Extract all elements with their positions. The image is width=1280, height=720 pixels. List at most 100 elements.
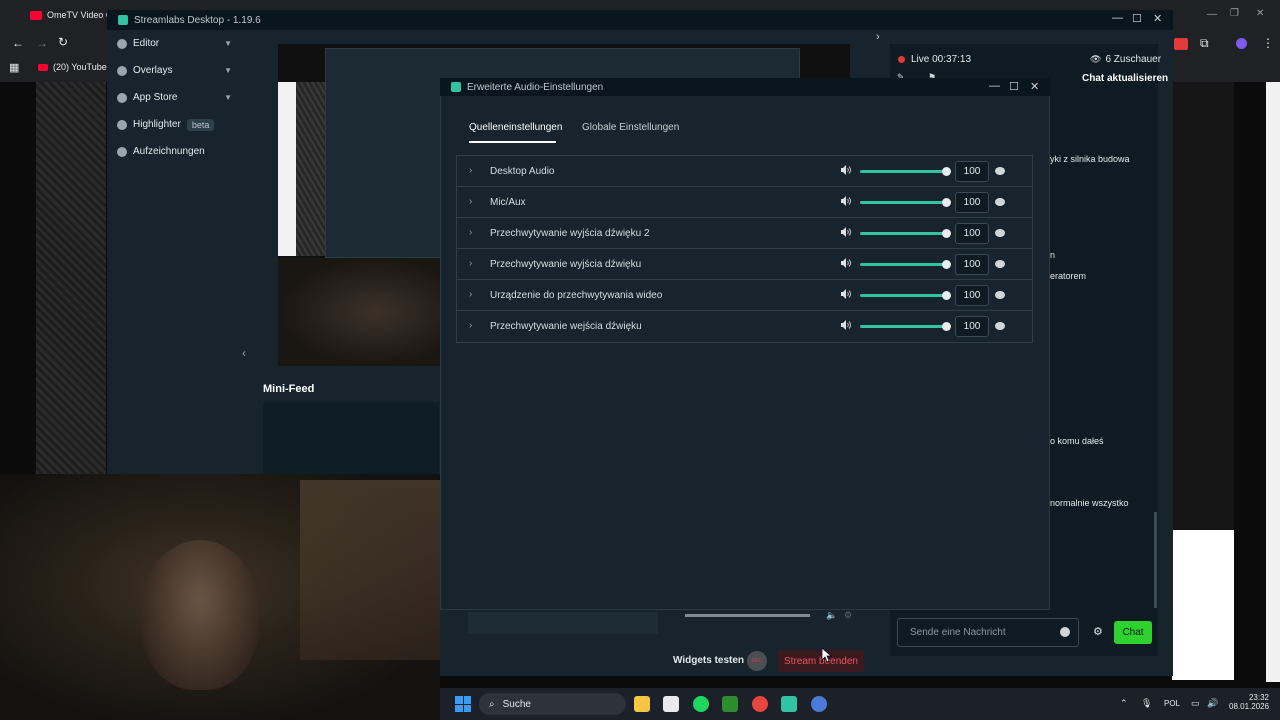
volume-slider[interactable] [860,263,948,266]
volume-slider[interactable] [860,232,948,235]
nav-overlays[interactable]: Overlays ▼ [107,57,240,84]
streamlabs-taskbar-icon[interactable] [781,696,797,712]
stream-end-button[interactable]: Stream beenden [778,650,864,672]
volume-icon[interactable] [841,258,851,268]
file-explorer-icon[interactable] [634,696,650,712]
nav-highlighter[interactable]: Highlighter beta [107,111,240,138]
eye-icon[interactable] [995,260,1005,268]
gear-icon[interactable]: ⚙ [1093,625,1103,638]
reload-icon[interactable]: ↻ [58,35,68,49]
collapse-sidebar-icon[interactable]: ‹ [242,346,246,360]
nav-editor[interactable]: Editor ▼ [107,30,240,57]
volume-slider-handle[interactable] [942,291,951,300]
emoji-icon[interactable] [1060,627,1070,637]
expand-chat-icon[interactable]: › [876,31,880,43]
chat-message: n [1050,250,1056,260]
volume-input[interactable]: 100 [955,254,989,275]
volume-icon[interactable] [841,196,851,206]
source-row[interactable]: › Przechwytywanie wyjścia dźwięku 2 100 [457,218,1032,249]
spotify-icon[interactable] [693,696,709,712]
mixer-gear-icon[interactable]: ⚙ [844,610,852,621]
nav-recordings[interactable]: Aufzeichnungen [107,138,240,165]
source-row[interactable]: › Przechwytywanie wejścia dźwięku 100 [457,311,1032,342]
beta-badge: beta [186,118,215,131]
microphone-icon[interactable]: 🎙 [1141,698,1152,709]
webcam-person [140,540,260,690]
volume-input[interactable]: 100 [955,161,989,182]
tray-chevron-up-icon[interactable]: ⌃ [1120,698,1128,709]
mixer-slider[interactable] [685,614,810,617]
tab-global-settings[interactable]: Globale Einstellungen [582,122,679,133]
volume-slider-handle[interactable] [942,229,951,238]
browser-menu-icon[interactable]: ⋮ [1262,36,1274,50]
taskbar-search[interactable]: ⌕ Suche [479,693,626,715]
volume-input[interactable]: 100 [955,223,989,244]
browser-scrollbar[interactable] [1266,82,1280,682]
sl-close-icon[interactable]: ✕ [1153,12,1162,25]
bookmark-youtube[interactable]: (20) YouTube [38,62,107,72]
chevron-right-icon[interactable]: › [469,227,472,238]
chrome-profile-icon[interactable] [811,696,827,712]
forward-arrow-icon[interactable]: → [36,36,48,50]
nav-app-store[interactable]: App Store ▼ [107,84,240,111]
chevron-right-icon[interactable]: › [469,165,472,176]
chevron-right-icon[interactable]: › [469,320,472,331]
browser-minimize-icon[interactable]: — [1207,9,1217,20]
speaker-icon[interactable]: 🔊 [1207,698,1218,709]
volume-slider[interactable] [860,294,948,297]
chat-message-input[interactable]: Sende eine Nachricht [897,618,1079,647]
source-row[interactable]: › Mic/Aux 100 [457,187,1032,218]
refresh-chat-button[interactable]: Chat aktualisieren [1082,73,1168,84]
sl-minimize-icon[interactable]: — [1112,12,1123,24]
dialog-close-icon[interactable]: ✕ [1030,80,1039,93]
back-arrow-icon[interactable]: ← [12,36,24,50]
sl-maximize-icon[interactable]: ☐ [1132,12,1142,25]
volume-icon[interactable] [841,165,851,175]
browser-close-icon[interactable]: ✕ [1256,8,1264,19]
volume-slider-handle[interactable] [942,322,951,331]
eye-icon[interactable] [995,198,1005,206]
chrome-icon[interactable] [752,696,768,712]
volume-slider[interactable] [860,201,948,204]
chevron-right-icon[interactable]: › [469,196,472,207]
volume-icon[interactable] [841,320,851,330]
volume-input[interactable]: 100 [955,316,989,337]
browser-maximize-icon[interactable]: ❐ [1230,8,1239,19]
tray-clock[interactable]: 23:32 08.01.2026 [1229,693,1269,711]
tab-source-settings[interactable]: Quelleneinstellungen [469,122,562,133]
volume-icon[interactable] [841,289,851,299]
volume-input[interactable]: 100 [955,192,989,213]
profile-avatar[interactable] [1236,38,1247,49]
chat-send-button[interactable]: Chat [1114,621,1152,644]
eye-icon[interactable] [995,167,1005,175]
apps-grid-icon[interactable]: ▦ [9,61,19,74]
windows-start-icon[interactable] [455,696,471,712]
volume-slider[interactable] [860,170,948,173]
chevron-right-icon[interactable]: › [469,258,472,269]
volume-input[interactable]: 100 [955,285,989,306]
source-row[interactable]: › Urządzenie do przechwytywania wideo 10… [457,280,1032,311]
dialog-maximize-icon[interactable]: ☐ [1009,80,1019,93]
network-icon[interactable]: ▭ [1191,698,1200,709]
volume-slider-handle[interactable] [942,167,951,176]
store-app-icon[interactable] [663,696,679,712]
record-button[interactable]: REC [747,651,767,671]
widgets-test-button[interactable]: Widgets testen [673,655,744,666]
source-row[interactable]: › Desktop Audio 100 [457,156,1032,187]
chevron-right-icon[interactable]: › [469,289,472,300]
keyboard-language[interactable]: POL [1164,699,1180,708]
xbox-icon[interactable] [722,696,738,712]
eye-icon[interactable] [995,322,1005,330]
volume-slider-handle[interactable] [942,260,951,269]
puzzle-icon[interactable]: ⧉ [1200,36,1209,51]
dialog-minimize-icon[interactable]: — [989,80,1000,92]
chat-scrollbar[interactable] [1154,512,1157,608]
volume-slider-handle[interactable] [942,198,951,207]
mixer-volume-icon[interactable]: 🔈 [826,610,837,621]
eye-icon[interactable] [995,291,1005,299]
eye-icon[interactable] [995,229,1005,237]
extension-icon[interactable] [1174,38,1188,50]
volume-icon[interactable] [841,227,851,237]
source-row[interactable]: › Przechwytywanie wyjścia dźwięku 100 [457,249,1032,280]
volume-slider[interactable] [860,325,948,328]
